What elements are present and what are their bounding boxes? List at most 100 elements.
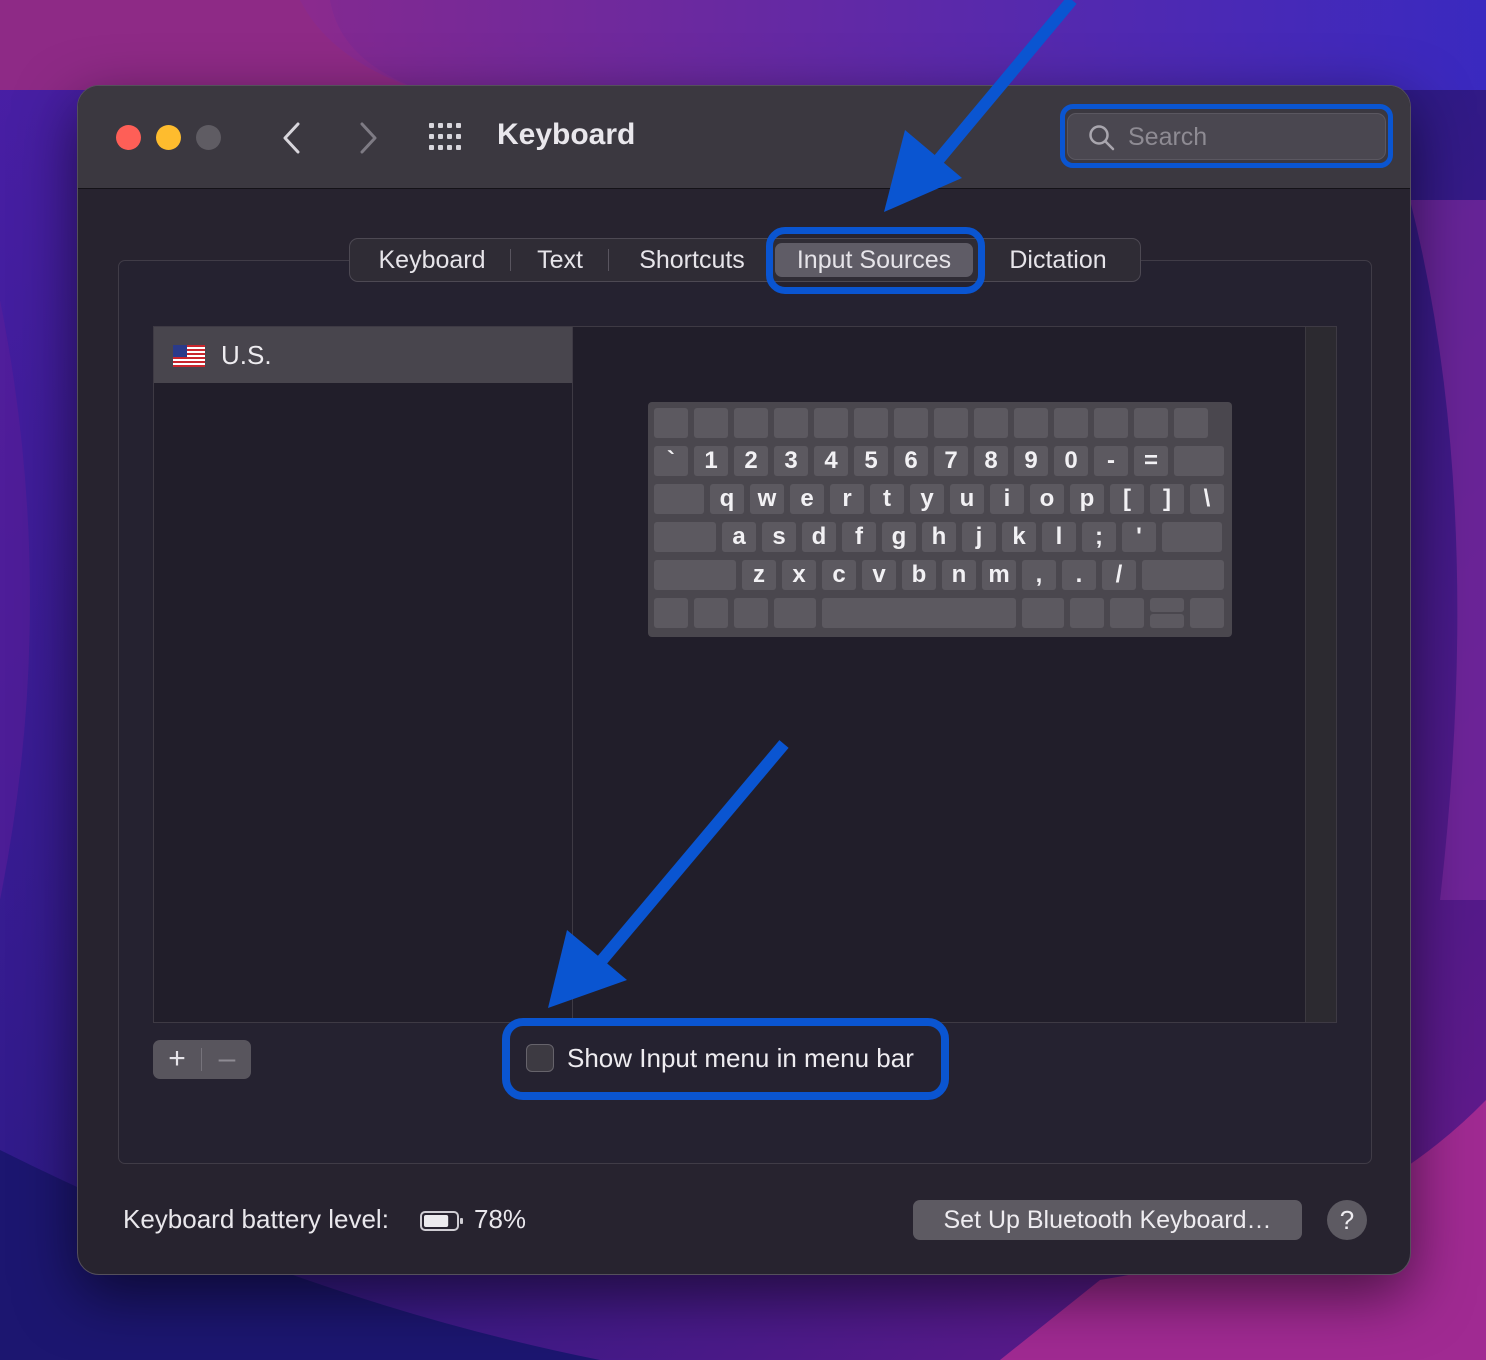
add-remove-separator [201, 1048, 202, 1071]
keyboard-key: [ [1110, 484, 1144, 514]
keyboard-key: 6 [894, 446, 928, 476]
title-bar: Keyboard [78, 86, 1410, 189]
keyboard-key: 4 [814, 446, 848, 476]
setup-bluetooth-keyboard-button[interactable]: Set Up Bluetooth Keyboard… [913, 1200, 1302, 1240]
checkbox-highlight [502, 1018, 949, 1100]
arrow-up-key [1150, 598, 1184, 612]
input-sources-tab-highlight [766, 227, 985, 294]
keyboard-key: / [1102, 560, 1136, 590]
close-button[interactable] [116, 125, 141, 150]
keyboard-key: a [722, 522, 756, 552]
arrow-right-key [1190, 598, 1224, 628]
preview-scrollbar[interactable] [1305, 327, 1336, 1022]
keyboard-key: j [962, 522, 996, 552]
list-item[interactable]: U.S. [154, 327, 572, 383]
keyboard-key: s [762, 522, 796, 552]
function-key [974, 408, 1008, 438]
tab-bar: Keyboard Text Shortcuts Input Sources Di… [349, 238, 1141, 282]
command-key [774, 598, 816, 628]
input-source-label: U.S. [221, 340, 272, 370]
battery-level-value: 78% [474, 1204, 527, 1234]
keyboard-key: x [782, 560, 816, 590]
remove-input-source-button[interactable]: – [203, 1040, 251, 1079]
tab-separator [608, 249, 609, 271]
keyboard-key: b [902, 560, 936, 590]
function-key [1174, 408, 1208, 438]
keyboard-key: f [842, 522, 876, 552]
add-input-source-button[interactable]: + [153, 1040, 201, 1079]
function-key [694, 408, 728, 438]
function-key [774, 408, 808, 438]
return-key [1162, 522, 1222, 552]
function-key [1014, 408, 1048, 438]
search-highlight [1060, 104, 1393, 168]
keyboard-key: = [1134, 446, 1168, 476]
function-key [934, 408, 968, 438]
tab-text[interactable]: Text [522, 239, 598, 281]
keyboard-key: v [862, 560, 896, 590]
add-remove-control: + – [153, 1040, 251, 1079]
tab-keyboard[interactable]: Keyboard [363, 239, 501, 281]
keyboard-key: u [950, 484, 984, 514]
keyboard-key: . [1062, 560, 1096, 590]
keyboard-key: k [1002, 522, 1036, 552]
keyboard-key: , [1022, 560, 1056, 590]
keyboard-key: ` [654, 446, 688, 476]
input-sources-list[interactable]: U.S. [153, 326, 573, 1023]
keyboard-key: 8 [974, 446, 1008, 476]
tab-separator [510, 249, 511, 271]
keyboard-key: t [870, 484, 904, 514]
keyboard-key: c [822, 560, 856, 590]
minimize-button[interactable] [156, 125, 181, 150]
function-key [734, 408, 768, 438]
keyboard-key: ' [1122, 522, 1156, 552]
keyboard-key: - [1094, 446, 1128, 476]
zoom-button[interactable] [196, 125, 221, 150]
keyboard-key: 0 [1054, 446, 1088, 476]
keyboard-preview: ` 1 2 3 4 5 6 7 8 9 0- = q w e r t y u i o p[] \ a s d f g h j k l; ' z x c… [572, 326, 1337, 1023]
keyboard-key: 7 [934, 446, 968, 476]
help-button[interactable]: ? [1327, 1200, 1367, 1240]
function-key [1134, 408, 1168, 438]
keyboard-key: g [882, 522, 916, 552]
keyboard-key: e [790, 484, 824, 514]
option-key [734, 598, 768, 628]
option-key [1070, 598, 1104, 628]
keyboard-key: i [990, 484, 1024, 514]
keyboard-key: y [910, 484, 944, 514]
right-shift-key [1142, 560, 1224, 590]
keyboard-key: n [942, 560, 976, 590]
tab-dictation[interactable]: Dictation [993, 239, 1123, 281]
keyboard-key: m [982, 560, 1016, 590]
arrow-left-key [1110, 598, 1144, 628]
keyboard-key: o [1030, 484, 1064, 514]
tab-key [654, 484, 704, 514]
us-flag-icon [173, 345, 205, 367]
forward-button[interactable] [346, 116, 390, 160]
keyboard-key: p [1070, 484, 1104, 514]
function-key [814, 408, 848, 438]
keyboard-key: l [1042, 522, 1076, 552]
function-key [1094, 408, 1128, 438]
keyboard-key: d [802, 522, 836, 552]
keyboard-key: z [742, 560, 776, 590]
window-title: Keyboard [497, 118, 636, 151]
keyboard-key: ] [1150, 484, 1184, 514]
chevron-right-icon [360, 122, 377, 154]
grid-icon [429, 123, 461, 150]
function-key [654, 408, 688, 438]
battery-label: Keyboard battery level: [123, 1204, 389, 1234]
keyboard-key: 5 [854, 446, 888, 476]
keyboard-key: q [710, 484, 744, 514]
function-key [854, 408, 888, 438]
keyboard-key: 9 [1014, 446, 1048, 476]
tab-shortcuts[interactable]: Shortcuts [617, 239, 767, 281]
delete-key [1174, 446, 1224, 476]
left-shift-key [654, 560, 736, 590]
show-all-button[interactable] [426, 120, 466, 154]
back-button[interactable] [270, 116, 314, 160]
keyboard-layout: ` 1 2 3 4 5 6 7 8 9 0- = q w e r t y u i o p[] \ a s d f g h j k l; ' z x c… [648, 402, 1232, 637]
keyboard-key: 2 [734, 446, 768, 476]
command-key [1022, 598, 1064, 628]
keyboard-key: w [750, 484, 784, 514]
